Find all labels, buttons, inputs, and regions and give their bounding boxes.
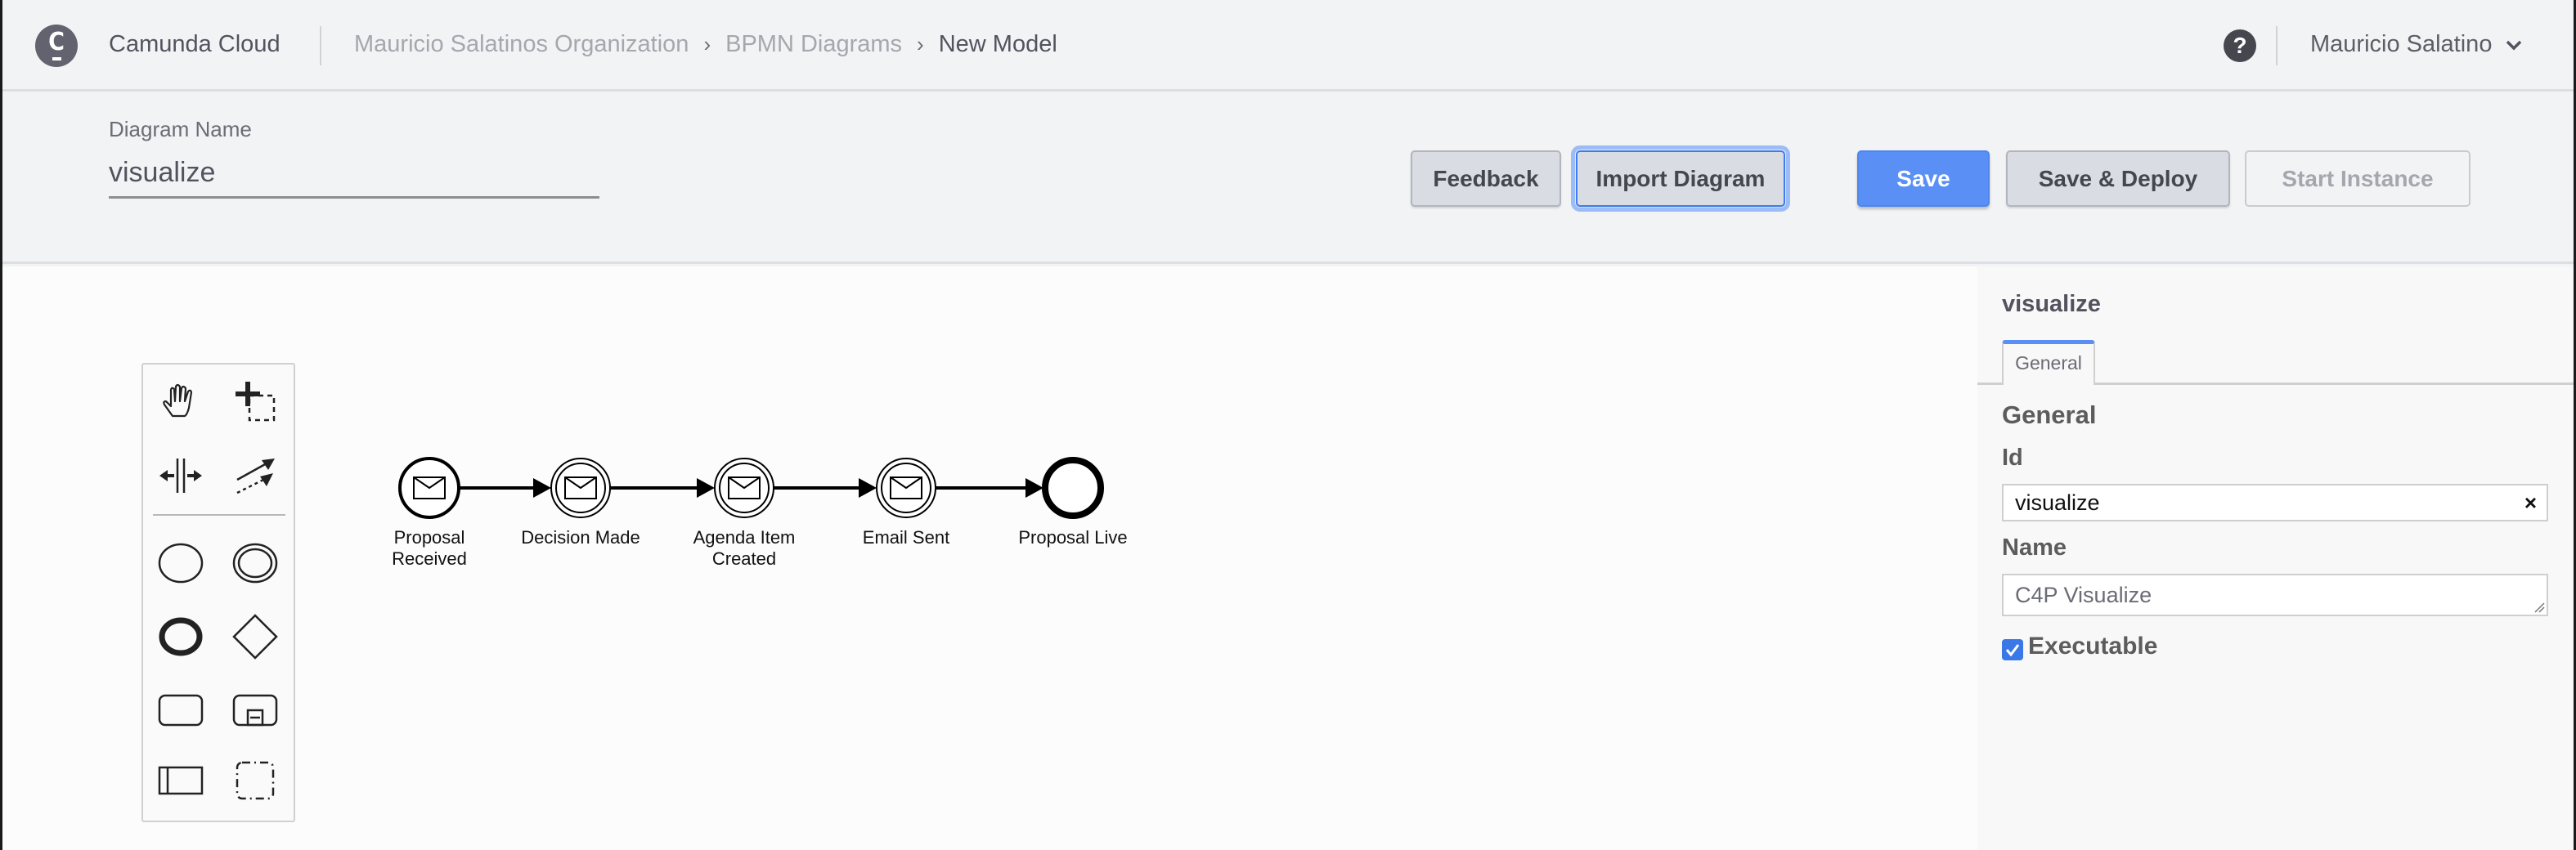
checkmark-icon <box>2005 644 2020 657</box>
event-label: Agenda Item <box>693 527 796 548</box>
breadcrumb: Mauricio Salatinos Organization › BPMN D… <box>354 31 1057 58</box>
breadcrumb-current: New Model <box>938 31 1057 57</box>
bpmn-diagram: ProposalReceived Decision Made Agenda Item… <box>392 457 1128 569</box>
arrowhead-icon <box>697 478 715 498</box>
id-input[interactable]: visualize × <box>2002 484 2548 521</box>
arrowhead-icon <box>533 478 551 498</box>
nav-divider <box>2276 26 2278 65</box>
arrowhead-icon <box>859 478 877 498</box>
save-deploy-button[interactable]: Save & Deploy <box>2006 150 2230 207</box>
bpmn-canvas[interactable]: Proposal Received Decision Made Agenda Item… <box>2 266 1977 850</box>
envelope-icon <box>890 476 922 499</box>
help-icon[interactable]: ? <box>2224 29 2256 62</box>
event-label: Created <box>712 548 776 569</box>
event-label: Proposal Live <box>1018 527 1127 548</box>
breadcrumb-separator-icon: › <box>703 32 711 56</box>
top-navigation: C Camunda Cloud Mauricio Salatinos Organ… <box>2 0 2574 92</box>
sequence-flow <box>774 478 877 498</box>
diagram-toolbar: Diagram Name Feedback Import Diagram Sav… <box>2 94 2574 264</box>
name-label: Name <box>2002 535 2067 561</box>
message-intermediate-catch-event[interactable]: Agenda ItemCreated <box>693 458 796 569</box>
save-button[interactable]: Save <box>1857 150 1990 207</box>
name-textarea[interactable]: C4P Visualize <box>2002 574 2548 616</box>
id-label: Id <box>2002 445 2023 471</box>
breadcrumb-organization[interactable]: Mauricio Salatinos Organization <box>354 31 689 58</box>
resize-handle-icon[interactable] <box>2533 602 2545 613</box>
nav-divider <box>320 26 321 65</box>
envelope-icon <box>728 476 761 499</box>
sequence-flow <box>936 478 1043 498</box>
name-value: C4P Visualize <box>2015 582 2152 607</box>
user-menu[interactable]: Mauricio Salatino <box>2310 31 2492 58</box>
message-start-event[interactable]: ProposalReceived <box>392 457 467 569</box>
event-label: Decision Made <box>521 527 640 548</box>
group-title: General <box>2002 400 2097 429</box>
event-label: Proposal <box>394 527 465 548</box>
diagram-name-label: Diagram Name <box>109 117 252 141</box>
message-intermediate-catch-event[interactable]: Email Sent <box>863 458 949 548</box>
chevron-down-icon[interactable] <box>2505 36 2523 54</box>
sequence-flow <box>610 478 715 498</box>
envelope-icon <box>564 476 597 499</box>
properties-title: visualize <box>2002 291 2101 317</box>
brand-name[interactable]: Camunda Cloud <box>109 31 280 58</box>
message-intermediate-catch-event[interactable]: Decision Made <box>521 458 640 548</box>
sequence-flow <box>459 478 551 498</box>
end-event[interactable]: Proposal Live <box>1018 457 1128 548</box>
breadcrumb-bpmn-diagrams[interactable]: BPMN Diagrams <box>725 31 902 58</box>
import-diagram-button[interactable]: Import Diagram <box>1571 145 1790 212</box>
feedback-button[interactable]: Feedback <box>1411 150 1561 207</box>
start-instance-button[interactable]: Start Instance <box>2245 150 2471 207</box>
diagram-name-input[interactable] <box>109 150 599 199</box>
properties-panel: visualize General General Id visualize ×… <box>1977 266 2574 850</box>
tab-general[interactable]: General <box>2002 340 2095 385</box>
event-label: Email Sent <box>863 527 949 548</box>
clear-icon[interactable]: × <box>2524 490 2537 516</box>
executable-label[interactable]: Executable <box>2028 633 2157 660</box>
envelope-icon <box>413 476 446 499</box>
event-label: Received <box>392 548 467 569</box>
camunda-logo-icon[interactable]: C <box>35 25 78 67</box>
executable-checkbox[interactable] <box>2002 639 2023 660</box>
breadcrumb-separator-icon: › <box>917 32 924 56</box>
arrowhead-icon <box>1025 478 1043 498</box>
id-value: visualize <box>2015 490 2100 515</box>
